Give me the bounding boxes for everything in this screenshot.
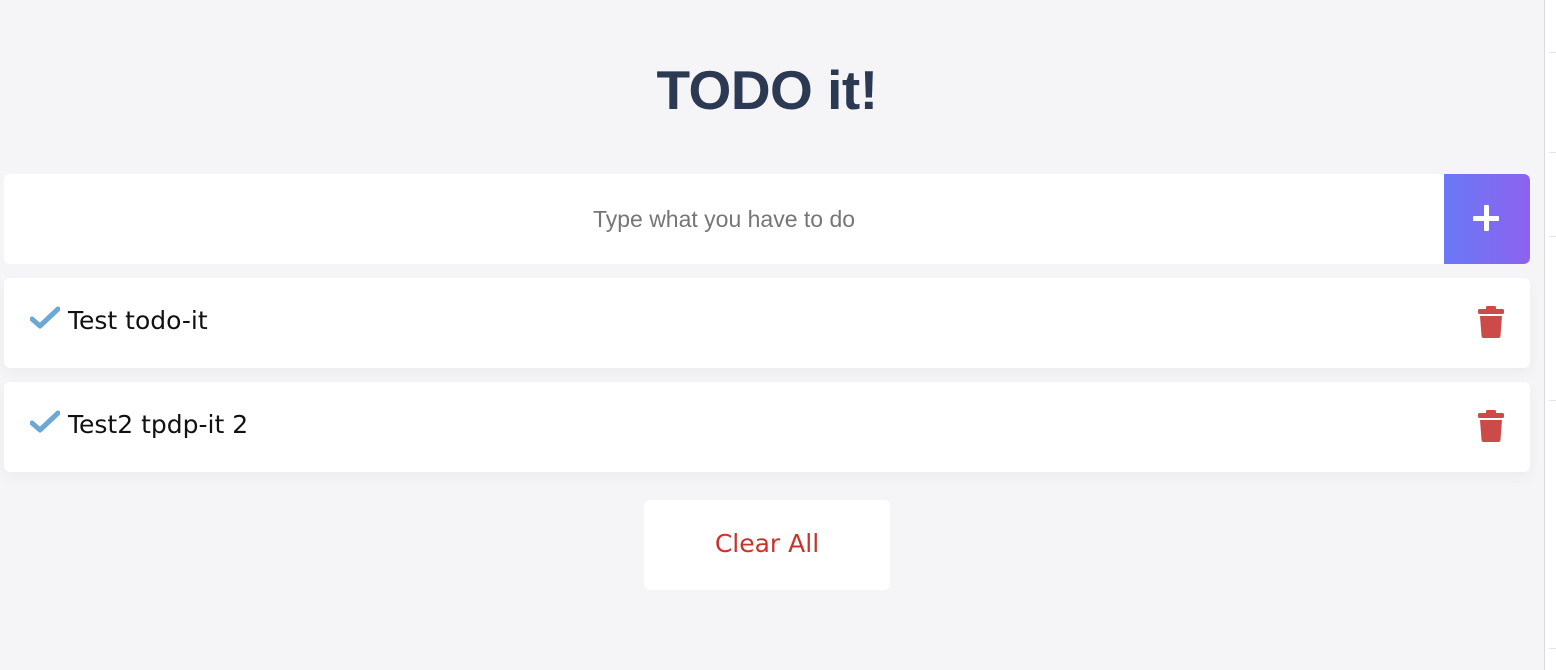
window-edge-divider	[1549, 400, 1556, 401]
clear-all-button[interactable]: Clear All	[644, 500, 890, 590]
check-icon[interactable]	[30, 410, 60, 434]
list-item: Test2 tpdp-it 2	[4, 382, 1530, 472]
window-edge-divider	[1549, 152, 1556, 153]
plus-icon	[1473, 205, 1501, 233]
trash-icon[interactable]	[1478, 306, 1504, 338]
todo-input-container	[4, 174, 1530, 264]
window-edge-strip	[1544, 0, 1556, 670]
todo-input[interactable]	[4, 174, 1444, 264]
window-edge-divider	[1549, 236, 1556, 237]
check-icon[interactable]	[30, 306, 60, 330]
todo-text: Test2 tpdp-it 2	[68, 410, 249, 439]
list-item: Test todo-it	[4, 278, 1530, 368]
trash-icon[interactable]	[1478, 410, 1504, 442]
todo-text: Test todo-it	[68, 306, 208, 335]
window-edge-divider	[1549, 52, 1556, 53]
todo-list: Test todo-it Test2 tpdp-it 2	[4, 278, 1530, 486]
add-todo-button[interactable]	[1444, 174, 1530, 264]
page-title: TODO it!	[656, 59, 878, 121]
window-edge-divider	[1549, 648, 1556, 649]
